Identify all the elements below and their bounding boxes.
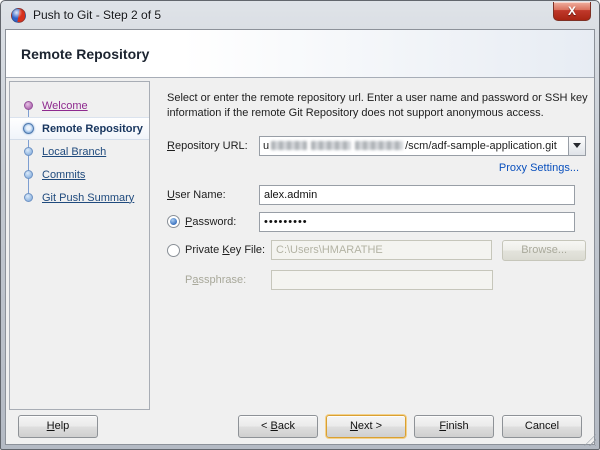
next-button[interactable]: Next >: [326, 414, 406, 438]
step-dot-current-icon: [23, 123, 34, 134]
private-key-file-label[interactable]: Private Key File:: [185, 244, 271, 256]
help-button[interactable]: Help: [18, 414, 98, 438]
wizard-nav-buttons: < Back Next > Finish Cancel: [238, 414, 582, 438]
password-input[interactable]: [259, 211, 575, 232]
window-titlebar[interactable]: Push to Git - Step 2 of 5 X: [1, 1, 599, 29]
step-dot-icon: [24, 170, 33, 179]
redacted-url-segment: [355, 141, 404, 151]
wizard-step-commits[interactable]: Commits: [10, 163, 149, 186]
cancel-button[interactable]: Cancel: [502, 414, 582, 438]
step-dot-visited-icon: [24, 101, 33, 110]
proxy-settings-row: Proxy Settings...: [167, 162, 586, 174]
step-label: Remote Repository: [42, 122, 143, 135]
step-label: Commits: [42, 168, 86, 181]
wizard-step-remote-repository[interactable]: Remote Repository: [10, 117, 149, 140]
step-label: Git Push Summary: [42, 191, 135, 204]
redacted-url-segment: [271, 141, 308, 151]
redacted-url-segment: [311, 141, 352, 151]
close-icon: X: [567, 4, 576, 18]
page-title: Remote Repository: [21, 46, 150, 62]
step-label: Welcome: [42, 99, 88, 112]
close-button[interactable]: X: [553, 2, 591, 21]
passphrase-input: [271, 269, 493, 290]
step-dot-icon: [24, 193, 33, 202]
wizard-step-welcome[interactable]: Welcome: [10, 94, 149, 117]
private-key-file-row: Private Key File: Browse...: [167, 239, 586, 261]
finish-button[interactable]: Finish: [414, 414, 494, 438]
proxy-settings-link[interactable]: Proxy Settings...: [499, 162, 579, 174]
password-radio[interactable]: [167, 215, 180, 229]
url-dropdown-button[interactable]: [568, 136, 585, 155]
private-key-file-input: [271, 240, 493, 261]
step-label: Local Branch: [42, 145, 107, 158]
wizard-steps-list: Welcome Remote Repository Local Branch C…: [10, 82, 149, 209]
repository-url-row: Repository URL: u /scm/adf-sample-applic…: [167, 135, 586, 156]
repository-url-label: Repository URL:: [167, 139, 248, 152]
back-button[interactable]: < Back: [238, 414, 318, 438]
step-dot-icon: [24, 147, 33, 156]
repository-url-value[interactable]: u /scm/adf-sample-application.git: [260, 137, 568, 155]
radio-selected-dot: [170, 218, 177, 226]
wizard-step-local-branch[interactable]: Local Branch: [10, 140, 149, 163]
chevron-down-icon: [573, 143, 581, 149]
button-bar: Help < Back Next > Finish Cancel: [18, 414, 582, 438]
wizard-header: Remote Repository: [6, 30, 594, 78]
window-title: Push to Git - Step 2 of 5: [33, 8, 162, 22]
user-name-input[interactable]: [259, 184, 575, 205]
password-row: Password:: [167, 211, 586, 232]
user-name-label: User Name:: [167, 188, 226, 201]
wizard-steps-panel: Welcome Remote Repository Local Branch C…: [9, 81, 150, 410]
passphrase-label: Passphrase:: [185, 273, 247, 286]
jdeveloper-app-icon: [11, 7, 26, 23]
user-name-row: User Name:: [167, 184, 586, 205]
browse-button: Browse...: [502, 239, 586, 261]
private-key-radio[interactable]: [167, 243, 180, 257]
password-label[interactable]: Password:: [185, 216, 259, 228]
dialog-body: Remote Repository Welcome Remote Reposit…: [5, 29, 595, 445]
repository-url-combobox[interactable]: u /scm/adf-sample-application.git: [259, 135, 586, 156]
wizard-step-git-push-summary[interactable]: Git Push Summary: [10, 186, 149, 209]
main-form-panel: Select or enter the remote repository ur…: [152, 79, 592, 408]
push-to-git-dialog: Push to Git - Step 2 of 5 X Remote Repos…: [0, 0, 600, 450]
passphrase-row: Passphrase:: [167, 269, 586, 290]
instructions-text: Select or enter the remote repository ur…: [167, 92, 588, 119]
